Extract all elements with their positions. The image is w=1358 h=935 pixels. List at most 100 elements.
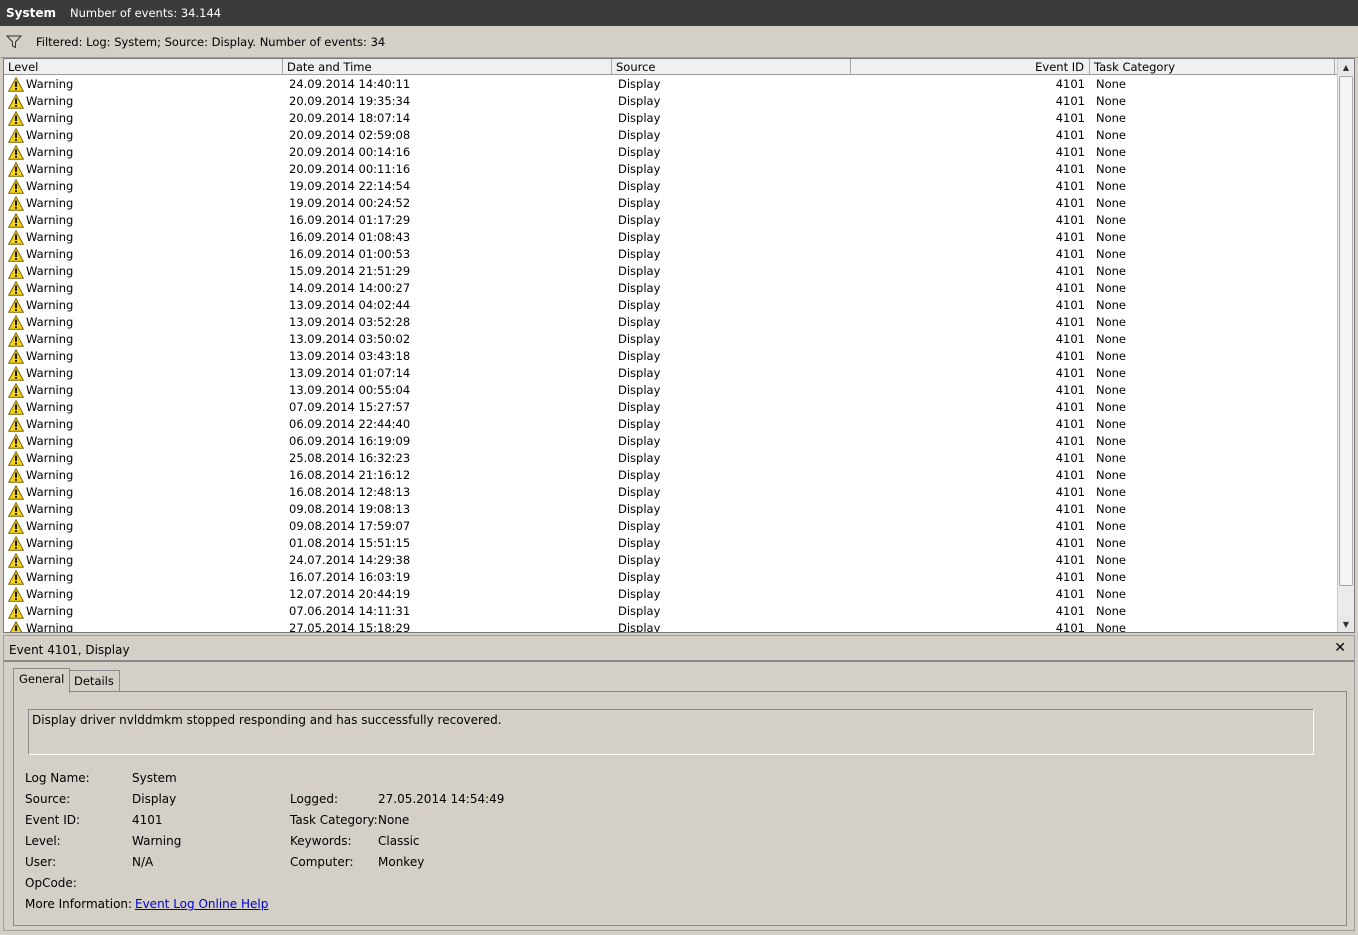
event-log-help-link[interactable]: Event Log Online Help [135,897,268,911]
level-cell: Warning [26,519,74,533]
event-id-cell: 4101 [1055,128,1085,142]
warning-triangle-icon [7,178,25,194]
event-row[interactable]: Warning 06.09.2014 22:44:40 Display 4101 Non… [4,416,1337,433]
event-row[interactable]: Warning 20.09.2014 18:07:14 Display 4101 Non… [4,110,1337,127]
event-row[interactable]: Warning 20.09.2014 00:14:16 Display 4101 Non… [4,144,1337,161]
column-header-level[interactable]: Level [4,59,283,75]
event-row[interactable]: Warning 24.09.2014 14:40:11 Display 4101 Non… [4,76,1337,93]
event-row[interactable]: Warning 13.09.2014 04:02:44 Display 4101 Non… [4,297,1337,314]
datetime-cell: 19.09.2014 22:14:54 [289,179,411,193]
source-cell: Display [618,315,661,329]
task-category-cell: None [1096,383,1127,397]
event-row[interactable]: Warning 16.08.2014 12:48:13 Display 4101 Non… [4,484,1337,501]
label-more-information: More Information: [25,897,133,911]
event-row[interactable]: Warning 09.08.2014 19:08:13 Display 4101 Non… [4,501,1337,518]
event-row[interactable]: Warning 13.09.2014 03:50:02 Display 4101 Non… [4,331,1337,348]
source-cell: Display [618,332,661,346]
event-row[interactable]: Warning 24.07.2014 14:29:38 Display 4101 Non… [4,552,1337,569]
event-id-cell: 4101 [1055,400,1085,414]
level-cell: Warning [26,128,74,142]
event-row[interactable]: Warning 15.09.2014 21:51:29 Display 4101 Non… [4,263,1337,280]
event-id-cell: 4101 [1055,451,1085,465]
event-row[interactable]: Warning 13.09.2014 01:07:14 Display 4101 Non… [4,365,1337,382]
column-header-date-time[interactable]: Date and Time [283,59,612,75]
event-message[interactable]: Display driver nvlddmkm stopped respondi… [28,709,1314,755]
source-cell: Display [618,400,661,414]
event-row[interactable]: Warning 19.09.2014 22:14:54 Display 4101 Non… [4,178,1337,195]
event-id-cell: 4101 [1055,519,1085,533]
event-id-cell: 4101 [1055,264,1085,278]
filter-bar: Filtered: Log: System; Source: Display. … [0,26,1358,58]
event-id-cell: 4101 [1055,485,1085,499]
label-log-name: Log Name: [25,771,90,785]
event-row[interactable]: Warning 16.07.2014 16:03:19 Display 4101 Non… [4,569,1337,586]
event-row[interactable]: Warning 20.09.2014 00:11:16 Display 4101 Non… [4,161,1337,178]
tab-details[interactable]: Details [68,670,120,692]
event-id-cell: 4101 [1055,281,1085,295]
warning-triangle-icon [7,297,25,313]
task-category-cell: None [1096,230,1127,244]
event-row[interactable]: Warning 19.09.2014 00:24:52 Display 4101 Non… [4,195,1337,212]
level-cell: Warning [26,553,74,567]
level-cell: Warning [26,94,74,108]
event-row[interactable]: Warning 27.05.2014 15:18:29 Display 4101 Non… [4,620,1337,633]
warning-triangle-icon [7,93,25,109]
level-cell: Warning [26,570,74,584]
event-row[interactable]: Warning 01.08.2014 15:51:15 Display 4101 Non… [4,535,1337,552]
task-category-cell: None [1096,519,1127,533]
event-row[interactable]: Warning 20.09.2014 02:59:08 Display 4101 Non… [4,127,1337,144]
event-row[interactable]: Warning 13.09.2014 03:52:28 Display 4101 Non… [4,314,1337,331]
event-row[interactable]: Warning 06.09.2014 16:19:09 Display 4101 Non… [4,433,1337,450]
column-header-task-category[interactable]: Task Category [1090,59,1335,75]
warning-triangle-icon [7,518,25,534]
source-cell: Display [618,213,661,227]
event-row[interactable]: Warning 20.09.2014 19:35:34 Display 4101 Non… [4,93,1337,110]
event-row[interactable]: Warning 16.08.2014 21:16:12 Display 4101 Non… [4,467,1337,484]
label-computer: Computer: [290,855,354,869]
event-count: Number of events: 34.144 [70,6,222,20]
event-row[interactable]: Warning 13.09.2014 03:43:18 Display 4101 Non… [4,348,1337,365]
event-row[interactable]: Warning 25.08.2014 16:32:23 Display 4101 Non… [4,450,1337,467]
event-row[interactable]: Warning 12.07.2014 20:44:19 Display 4101 Non… [4,586,1337,603]
column-header-event-id[interactable]: Event ID [851,59,1090,75]
events-grid[interactable]: Level Date and Time Source Event ID Task… [3,58,1355,633]
event-id-cell: 4101 [1055,366,1085,380]
datetime-cell: 20.09.2014 02:59:08 [289,128,411,142]
label-source: Source: [25,792,71,806]
level-cell: Warning [26,230,74,244]
scroll-down-button[interactable]: ▼ [1338,616,1354,632]
close-icon[interactable]: ✕ [1334,640,1346,656]
value-level: Warning [132,834,182,848]
warning-triangle-icon [7,280,25,296]
scroll-thumb[interactable] [1339,76,1353,586]
event-row[interactable]: Warning 07.09.2014 15:27:57 Display 4101 Non… [4,399,1337,416]
datetime-cell: 13.09.2014 00:55:04 [289,383,411,397]
event-row[interactable]: Warning 16.09.2014 01:08:43 Display 4101 Non… [4,229,1337,246]
level-cell: Warning [26,162,74,176]
level-cell: Warning [26,417,74,431]
source-cell: Display [618,621,661,633]
warning-triangle-icon [7,450,25,466]
datetime-cell: 09.08.2014 19:08:13 [289,502,411,516]
datetime-cell: 25.08.2014 16:32:23 [289,451,411,465]
level-cell: Warning [26,604,74,618]
event-row[interactable]: Warning 16.09.2014 01:17:29 Display 4101 Non… [4,212,1337,229]
events-list: Warning 24.09.2014 14:40:11 Display 4101 Non… [4,76,1337,633]
scroll-up-button[interactable]: ▲ [1338,59,1354,75]
warning-triangle-icon [8,620,24,632]
level-cell: Warning [26,468,74,482]
tab-general[interactable]: General [13,668,71,693]
event-row[interactable]: Warning 16.09.2014 01:00:53 Display 4101 Non… [4,246,1337,263]
source-cell: Display [618,553,661,567]
event-id-cell: 4101 [1055,502,1085,516]
source-cell: Display [618,366,661,380]
event-detail-pane: Event 4101, Display ✕ General Details Di… [3,635,1355,931]
event-row[interactable]: Warning 14.09.2014 14:00:27 Display 4101 Non… [4,280,1337,297]
column-header-source[interactable]: Source [612,59,851,75]
datetime-cell: 20.09.2014 19:35:34 [289,94,411,108]
event-row[interactable]: Warning 07.06.2014 14:11:31 Display 4101 Non… [4,603,1337,620]
event-row[interactable]: Warning 09.08.2014 17:59:07 Display 4101 Non… [4,518,1337,535]
level-cell: Warning [26,366,74,380]
grid-scrollbar[interactable]: ▲ ▼ [1337,59,1354,632]
event-row[interactable]: Warning 13.09.2014 00:55:04 Display 4101 Non… [4,382,1337,399]
